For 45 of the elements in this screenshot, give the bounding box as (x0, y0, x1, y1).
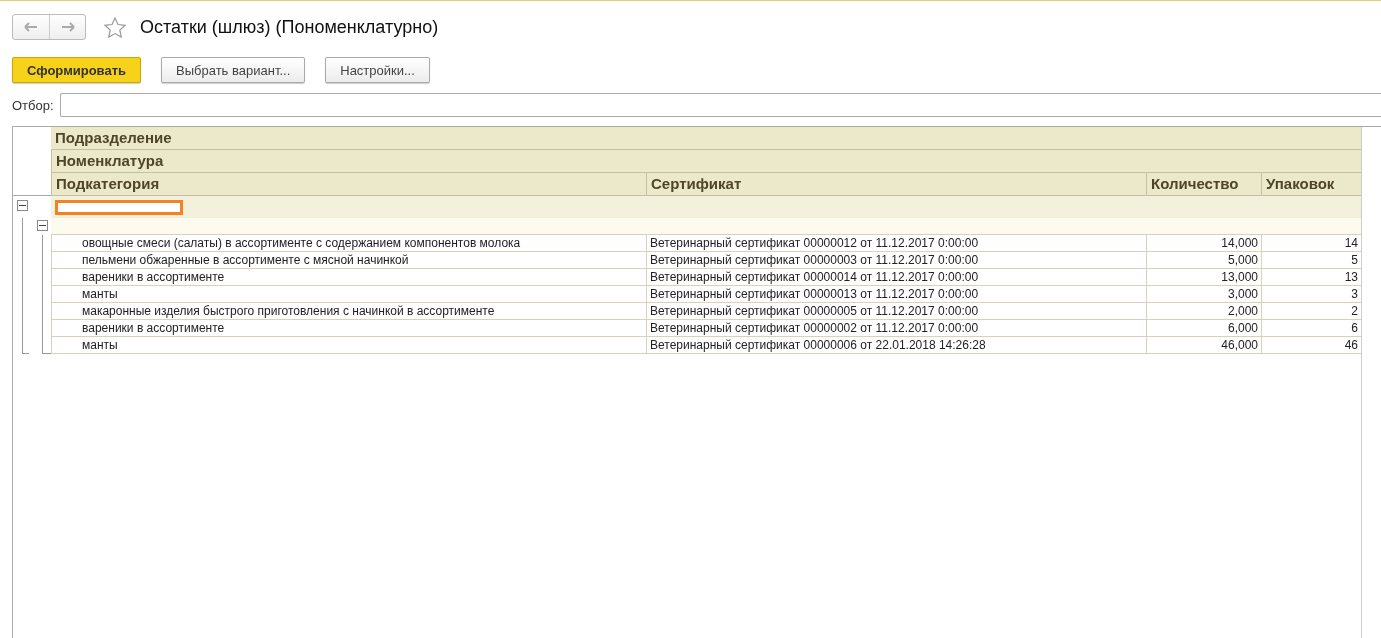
table-cell: Ветеринарный сертификат 00000006 от 22.01.2018 14:26:28 (646, 337, 1146, 354)
column-header: Подразделение (51, 127, 1361, 150)
table-cell: 2,000 (1146, 303, 1261, 320)
table-cell: 3,000 (1146, 286, 1261, 303)
table-cell: пельмени обжаренные в ассортименте с мясной начинкой (51, 252, 646, 269)
star-icon[interactable] (104, 16, 126, 38)
table-cell: манты (51, 286, 646, 303)
table-cell: вареники в ассортименте (51, 320, 646, 337)
table-cell: 6 (1261, 320, 1361, 337)
window-title: Остатки (шлюз) (Пономенклатурно) (140, 16, 439, 38)
table-cell: Ветеринарный сертификат 00000014 от 11.12.2017 0:00:00 (646, 269, 1146, 286)
generate-button[interactable]: Сформировать (12, 57, 142, 83)
right-arrow-icon (60, 22, 75, 32)
table-cell: 5 (1261, 252, 1361, 269)
table-cell: Ветеринарный сертификат 00000005 от 11.12.2017 0:00:00 (646, 303, 1146, 320)
table-cell: 46,000 (1146, 337, 1261, 354)
filter-field[interactable] (59, 93, 1381, 117)
toolbar-button[interactable]: Выбрать вариант... (161, 57, 306, 83)
table-cell: овощные смеси (салаты) в ассортименте с содержанием компонентов молока (51, 235, 646, 252)
column-header: Упаковок (1261, 173, 1361, 196)
column-header: Подкатегория (51, 173, 646, 196)
table-cell: 13,000 (1146, 269, 1261, 286)
column-header: Сертификат (646, 173, 1146, 196)
table-cell: 5,000 (1146, 252, 1261, 269)
table-cell: макаронные изделия быстрого приготовления с начинкой в ассортименте (51, 303, 646, 320)
table-cell: 6,000 (1146, 320, 1261, 337)
table-cell: 13 (1261, 269, 1361, 286)
table-cell: Ветеринарный сертификат 00000012 от 11.12.2017 0:00:00 (646, 235, 1146, 252)
left-arrow-icon (24, 22, 38, 32)
table-cell: 14,000 (1146, 235, 1261, 252)
collapse-icon[interactable] (17, 200, 28, 211)
table-cell: 2 (1261, 303, 1361, 320)
filter-label: Отбор: (12, 97, 54, 113)
table-cell: 46 (1261, 337, 1361, 354)
table-cell: Ветеринарный сертификат 00000013 от 11.12.2017 0:00:00 (646, 286, 1146, 303)
table-cell: 14 (1261, 235, 1361, 252)
table-cell: вареники в ассортименте (51, 269, 646, 286)
column-header: Количество (1146, 173, 1261, 196)
table-cell: Ветеринарный сертификат 00000002 от 11.12.2017 0:00:00 (646, 320, 1146, 337)
column-header: Номенклатура (51, 150, 1361, 173)
collapse-icon[interactable] (37, 220, 48, 231)
table-cell: манты (51, 337, 646, 354)
table-cell: Ветеринарный сертификат 00000003 от 11.12.2017 0:00:00 (646, 252, 1146, 269)
toolbar-button[interactable]: Настройки... (325, 57, 430, 83)
table-cell: 3 (1261, 286, 1361, 303)
